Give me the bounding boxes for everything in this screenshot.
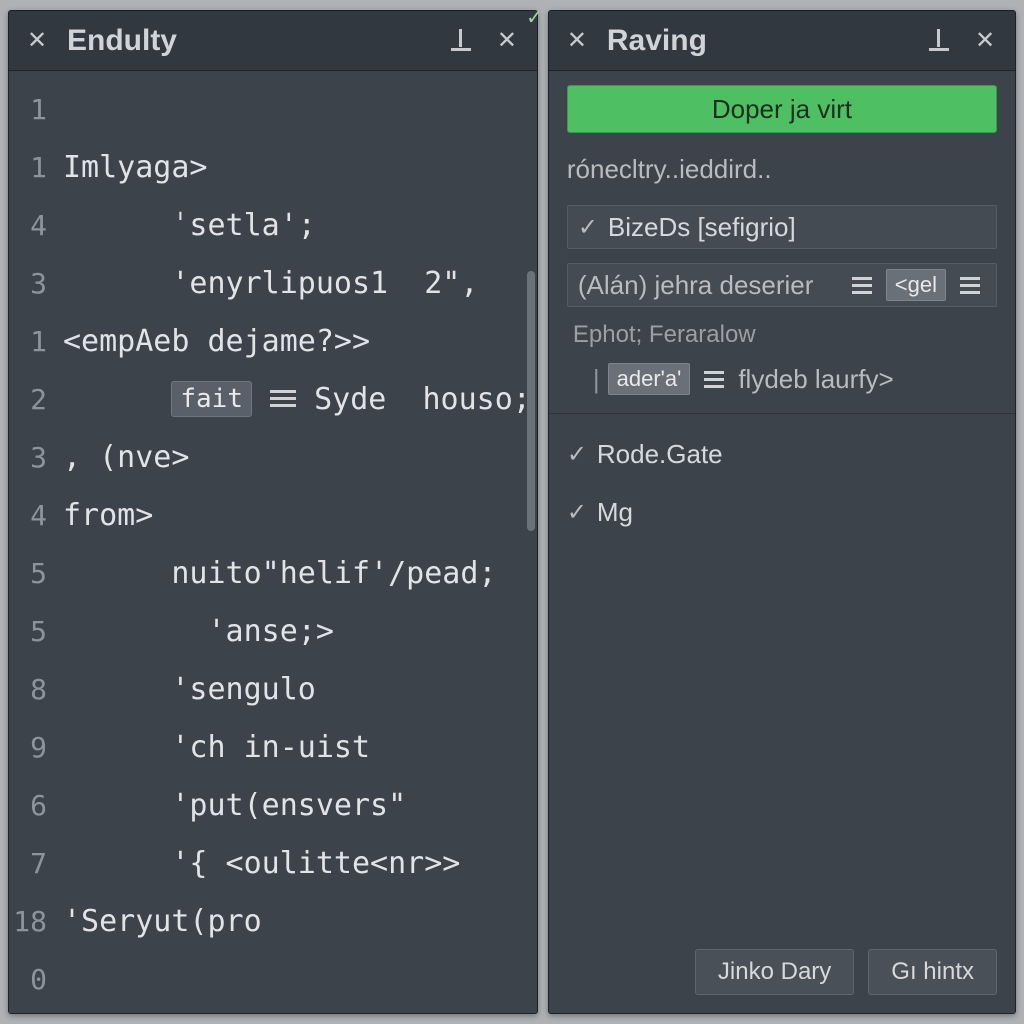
ok-button[interactable]: Jinko Dary [695,949,854,995]
gel-chip[interactable]: <gel [886,269,946,301]
hint-row: rónecltry..ieddird.. [567,147,997,191]
editor-titlebar: Endulty ✓ [9,11,537,71]
divider [549,413,1015,414]
ader-pill[interactable]: ader'a' [608,363,691,395]
option-mg[interactable]: ✓ Mg [567,490,997,534]
close-tab-icon[interactable] [21,25,53,57]
workspace: Endulty ✓ 1 1 4 3 1 2 3 4 5 5 8 9 6 7 18… [0,0,1024,1024]
editor-body[interactable]: 1 1 4 3 1 2 3 4 5 5 8 9 6 7 18 0 Imlyaga… [9,71,537,1013]
section-label: Ephot; Feraralow [567,321,997,349]
close-tab-icon[interactable] [561,25,593,57]
sub-option[interactable]: | ader'a' flydeb laurfy> [567,363,997,395]
panel-titlebar: Raving [549,11,1015,71]
cancel-button[interactable]: Gı hintx [868,949,997,995]
menu-icon [852,277,872,294]
side-panel: Raving Doper ja virt rónecltry..ieddird.… [548,10,1016,1014]
option-rode[interactable]: ✓ Rode.Gate [567,432,997,476]
panel-footer: Jinko Dary Gı hintx [549,935,1015,1013]
editor-pane: Endulty ✓ 1 1 4 3 1 2 3 4 5 5 8 9 6 7 18… [8,10,538,1014]
check-icon: ✓ [567,498,589,527]
line-gutter: 1 1 4 3 1 2 3 4 5 5 8 9 6 7 18 0 [9,71,55,1013]
option-bizeds[interactable]: ✓ BizeDs [sefigrio] [567,205,997,249]
panel-body: Doper ja virt rónecltry..ieddird.. ✓ Biz… [549,71,1015,935]
menu-icon [960,277,980,294]
option-jehra[interactable]: (Alán) jehra deserier <gel [567,263,997,307]
saved-check-icon: ✓ [526,5,543,30]
code-area[interactable]: Imlyaga> ˈsetla'; 'enyrlipuos1 2",<empAe… [55,71,537,1013]
menu-icon [704,371,724,388]
editor-title: Endulty [67,24,431,58]
panel-title: Raving [607,24,909,58]
minimize-icon[interactable] [923,25,955,57]
minimize-icon[interactable] [445,25,477,57]
check-icon: ✓ [567,440,589,469]
check-icon: ✓ [578,213,600,242]
run-button[interactable]: Doper ja virt [567,85,997,133]
scrollbar-thumb[interactable] [527,271,535,531]
hint-text: rónecltry..ieddird.. [567,154,997,185]
close-window-icon[interactable]: ✓ [491,25,523,57]
close-window-icon[interactable] [969,25,1001,57]
